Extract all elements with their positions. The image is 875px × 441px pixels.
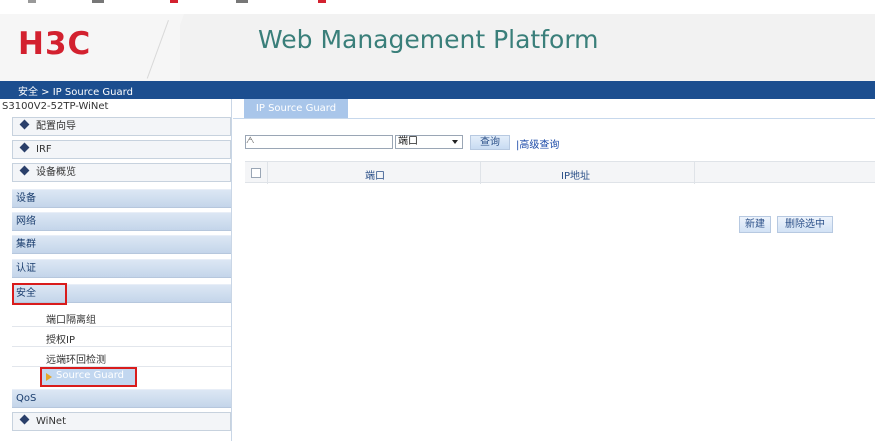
highlight-source-guard [40, 367, 137, 387]
new-button[interactable]: 新建 [739, 216, 771, 233]
sidebar-item-irf[interactable]: IRF [12, 140, 231, 159]
sidebar-item-qos[interactable]: QoS [12, 389, 231, 408]
header: H3C Web Management Platform [0, 14, 875, 81]
sidebar-item-overview[interactable]: 设备概览 [12, 163, 231, 182]
search-icon: ᗅ [246, 136, 255, 146]
sidebar-item-auth[interactable]: 认证 [12, 259, 231, 278]
tab-strip: IP Source Guard [233, 99, 875, 118]
page-title: Web Management Platform [258, 25, 599, 54]
column-divider [480, 162, 481, 184]
column-divider [694, 162, 695, 184]
sidebar-item-label: 认证 [16, 263, 36, 274]
sidebar-item-device[interactable]: 设备 [12, 189, 231, 208]
top-strip-mark [318, 0, 326, 3]
sidebar-item-cluster[interactable]: 集群 [12, 235, 231, 254]
advanced-query-link[interactable]: |高级查询 [516, 136, 559, 151]
highlight-security [12, 283, 67, 305]
sidebar-item-winet[interactable]: WiNet [12, 412, 231, 431]
sidebar-item-network[interactable]: 网络 [12, 212, 231, 231]
sidebar-item-label: 配置向导 [36, 121, 76, 132]
sidebar-item-label: 设备 [16, 193, 36, 204]
column-divider [267, 162, 268, 184]
top-strip-mark [92, 0, 104, 3]
sidebar-item-label: 集群 [16, 239, 36, 250]
sidebar: S3100V2-52TP-WiNet 配置向导 IRF 设备概览 设备 网络 集… [0, 99, 232, 441]
sidebar-item-label: IRF [36, 144, 52, 155]
query-button[interactable]: 查询 [470, 135, 510, 150]
diamond-icon [19, 142, 30, 153]
divider [12, 326, 231, 327]
sidebar-item-label: WiNet [36, 416, 66, 427]
diamond-icon [19, 414, 30, 425]
device-name: S3100V2-52TP-WiNet [2, 101, 109, 112]
chevron-down-icon [452, 140, 458, 144]
table-header: 端口 IP地址 [245, 161, 875, 184]
sidebar-item-label: 网络 [16, 216, 36, 227]
select-all-checkbox[interactable] [251, 168, 261, 178]
top-strip-mark [236, 0, 248, 3]
diamond-icon [19, 119, 30, 130]
top-strip-mark [170, 0, 178, 3]
column-header-ip[interactable]: IP地址 [561, 167, 590, 182]
sidebar-subitem-port-isolation[interactable]: 端口隔离组 [46, 311, 96, 326]
header-slant [160, 14, 184, 81]
sidebar-subitem-loopback-detect[interactable]: 远端环回检测 [46, 351, 106, 366]
sidebar-item-label: 设备概览 [36, 167, 76, 178]
top-strip [0, 0, 875, 14]
sidebar-item-wizard[interactable]: 配置向导 [12, 117, 231, 136]
diamond-icon [19, 165, 30, 176]
sidebar-item-label: QoS [16, 393, 37, 404]
breadcrumb-bar: 安全 > IP Source Guard [0, 81, 875, 99]
search-input[interactable] [245, 135, 393, 149]
h3c-logo: H3C [18, 26, 92, 62]
main-content: IP Source Guard ᗅ 端口 查询 |高级查询 端口 IP地址 新建… [233, 99, 875, 441]
sidebar-subitem-authorized-ip[interactable]: 授权IP [46, 331, 75, 346]
column-header-port[interactable]: 端口 [365, 167, 385, 182]
select-value: 端口 [398, 136, 418, 147]
search-field-select[interactable]: 端口 [395, 135, 463, 149]
breadcrumb: 安全 > IP Source Guard [18, 87, 133, 98]
divider [12, 346, 231, 347]
tab-ip-source-guard[interactable]: IP Source Guard [244, 99, 348, 118]
tab-underline [233, 118, 875, 119]
top-strip-mark [28, 0, 36, 3]
delete-selected-button[interactable]: 删除选中 [777, 216, 833, 233]
